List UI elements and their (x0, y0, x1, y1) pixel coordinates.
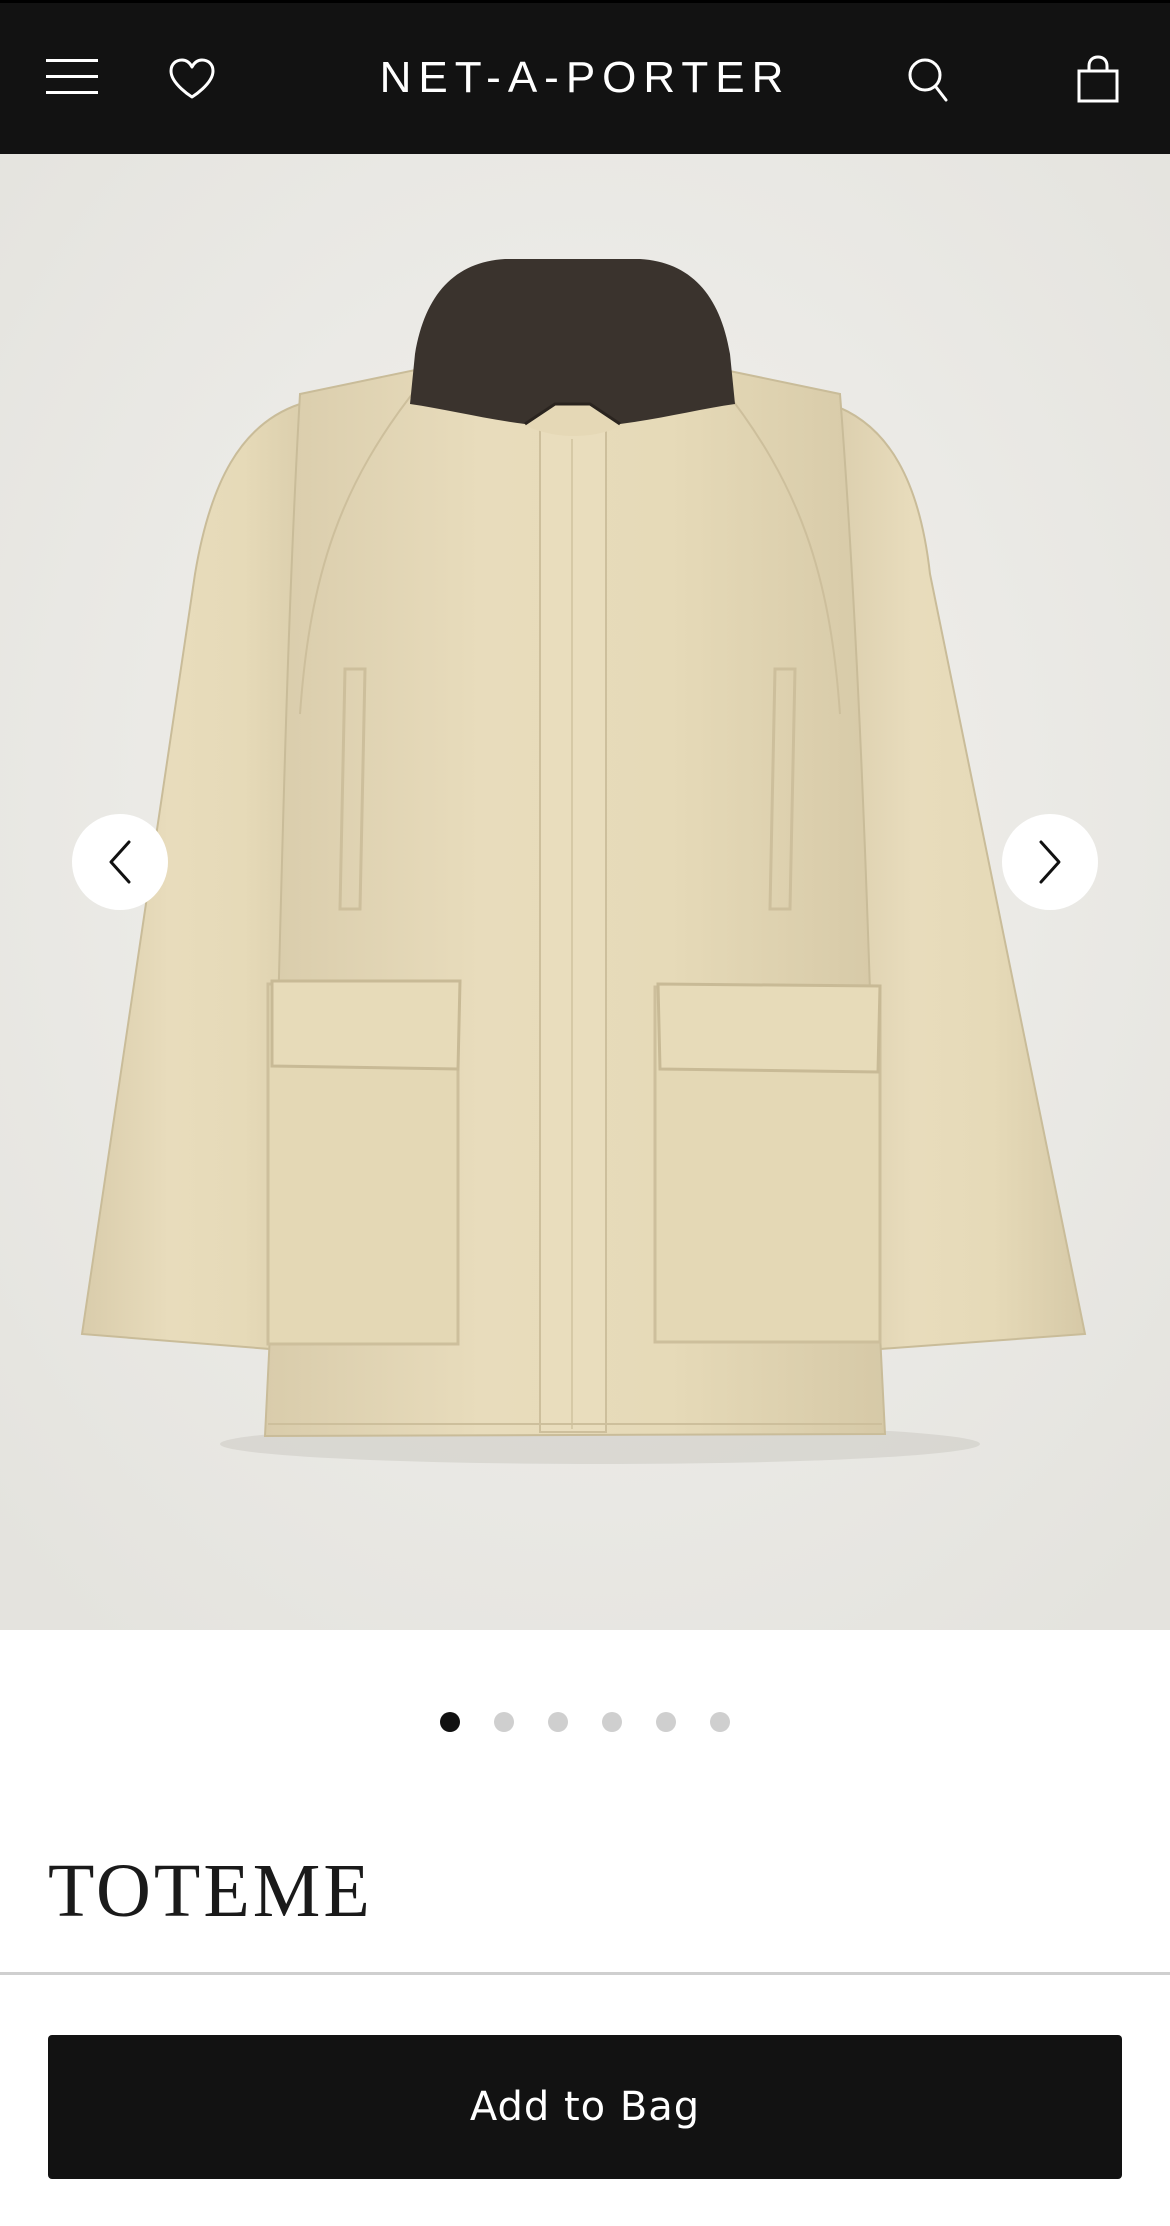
chevron-left-icon (109, 840, 131, 884)
previous-image-button[interactable] (72, 814, 168, 910)
add-to-bag-button[interactable]: Add to Bag (48, 2035, 1122, 2179)
gallery-dot-2[interactable] (494, 1712, 514, 1732)
bag-icon[interactable] (1076, 55, 1120, 103)
top-nav-bar: NET-A-PORTER (0, 0, 1170, 154)
gallery-dot-4[interactable] (602, 1712, 622, 1732)
gallery-dot-1[interactable] (440, 1712, 460, 1732)
chevron-right-icon (1039, 840, 1061, 884)
designer-name[interactable]: TOTEME (48, 1848, 373, 1935)
gallery-pagination (0, 1712, 1170, 1736)
gallery-dot-5[interactable] (656, 1712, 676, 1732)
product-jacket-image (0, 154, 1170, 1630)
divider (0, 1972, 1170, 1975)
gallery-dot-6[interactable] (710, 1712, 730, 1732)
brand-logo[interactable]: NET-A-PORTER (0, 53, 1170, 103)
gallery-dot-3[interactable] (548, 1712, 568, 1732)
product-image-gallery[interactable] (0, 154, 1170, 1630)
search-icon[interactable] (906, 56, 950, 104)
next-image-button[interactable] (1002, 814, 1098, 910)
